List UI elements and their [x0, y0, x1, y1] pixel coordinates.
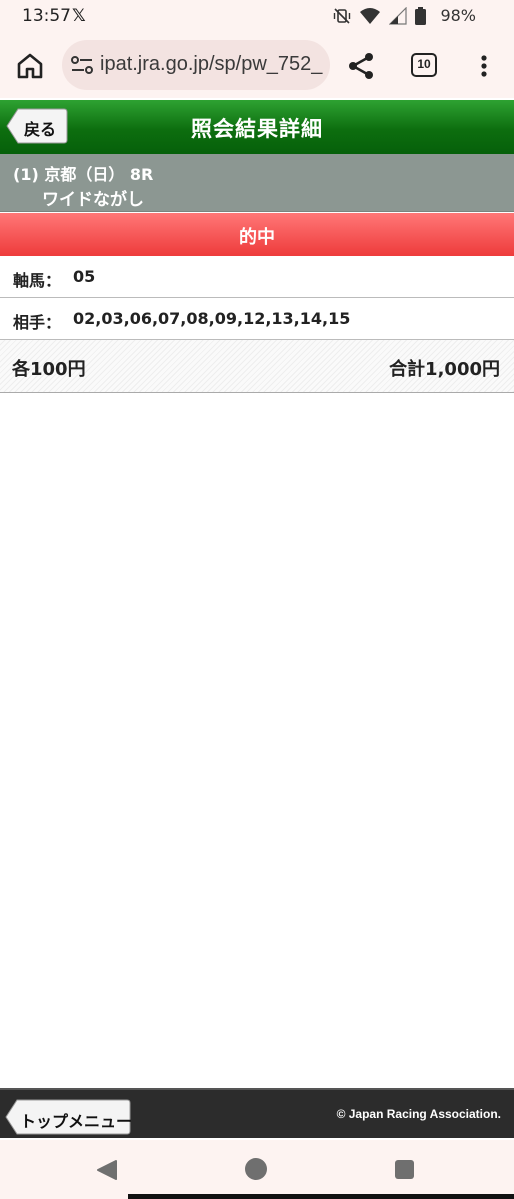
battery-icon: [415, 7, 426, 25]
status-bar: 13:57 𝕏 98%: [0, 0, 514, 32]
page-title: 照会結果詳細: [191, 117, 323, 141]
address-bar[interactable]: ipat.jra.go.jp/sp/pw_752_: [62, 40, 330, 90]
race-info: (1) 京都（日） 8R ワイドながし: [0, 154, 514, 212]
bet-type: ワイドながし: [42, 190, 144, 210]
more-menu-icon[interactable]: [472, 50, 496, 82]
axis-horse-value: 05: [73, 267, 96, 286]
result-label: 的中: [239, 227, 275, 248]
top-menu-label[interactable]: トップメニュー: [20, 1108, 132, 1132]
each-amount: 各100円: [12, 359, 86, 380]
axis-horse-label: 軸馬：: [13, 271, 62, 290]
signal-icon: [389, 7, 407, 25]
share-icon[interactable]: [346, 51, 376, 81]
site-settings-icon[interactable]: [70, 54, 94, 76]
race-venue-line: (1) 京都（日） 8R: [13, 165, 154, 184]
total-amount: 合計1,000円: [389, 359, 500, 380]
bottom-edge-strip: [128, 1194, 514, 1199]
browser-toolbar: ipat.jra.go.jp/sp/pw_752_ 10: [0, 32, 514, 98]
recents-square-icon[interactable]: [395, 1160, 414, 1179]
tab-switcher-button[interactable]: 10: [411, 53, 437, 77]
page-header: 戻る 照会結果詳細: [0, 100, 514, 154]
status-time: 13:57: [22, 6, 71, 26]
status-icons: [333, 6, 426, 26]
axis-horse-row: 軸馬： 05: [0, 256, 514, 298]
wifi-icon: [360, 8, 380, 24]
home-circle-icon[interactable]: [245, 1158, 267, 1180]
partner-value: 02,03,06,07,08,09,12,13,14,15: [73, 309, 351, 328]
partner-row: 相手： 02,03,06,07,08,09,12,13,14,15: [0, 298, 514, 340]
battery-percent: 98%: [440, 6, 476, 25]
system-nav-bar: [0, 1140, 514, 1199]
mute-vibrate-icon: [333, 8, 351, 24]
partner-label: 相手：: [13, 313, 62, 332]
url-text[interactable]: ipat.jra.go.jp/sp/pw_752_: [100, 53, 326, 76]
footer-bar: トップメニュー © Japan Racing Association.: [0, 1088, 514, 1138]
back-triangle-icon[interactable]: [96, 1159, 118, 1181]
result-banner: 的中: [0, 213, 514, 256]
x-app-icon: 𝕏: [72, 6, 86, 26]
copyright: © Japan Racing Association.: [336, 1107, 501, 1121]
top-menu-button[interactable]: トップメニュー: [5, 1099, 132, 1135]
home-icon[interactable]: [14, 50, 46, 82]
amount-row: 各100円 合計1,000円: [0, 340, 514, 393]
